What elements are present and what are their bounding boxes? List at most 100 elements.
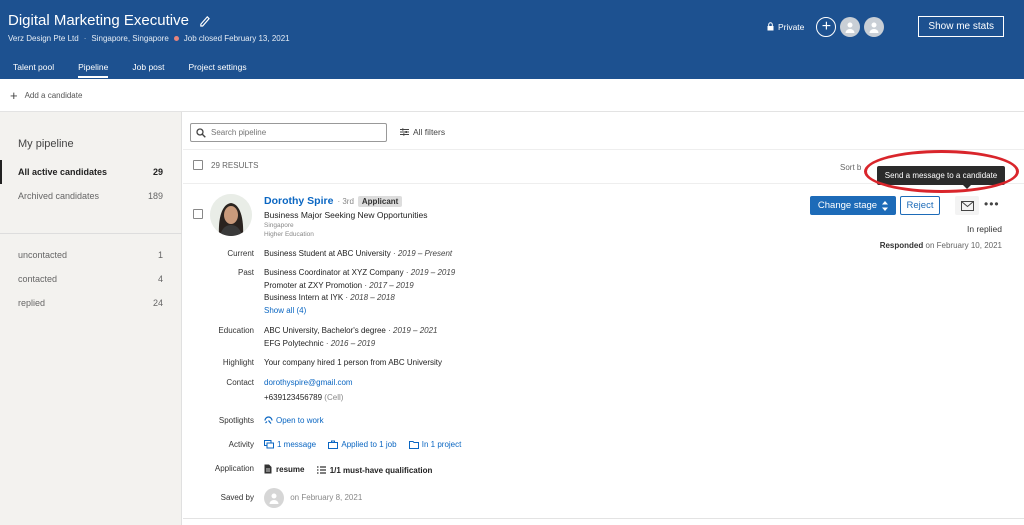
candidate-location: Singapore [264,222,294,229]
person-icon [869,22,879,33]
sidebar-item-all-active[interactable]: All active candidates 29 [0,160,182,184]
application-label: Application [214,464,254,473]
sidebar-item-label: Archived candidates [18,191,100,201]
candidate-name[interactable]: Dorothy Spire [264,195,333,207]
activity-label: Activity [228,440,254,449]
activity-applied: Applied to 1 job [341,440,397,449]
sort-by-dropdown[interactable]: Sort b [840,163,861,172]
past-position: Promoter at ZXY Promotion · 2017 – 2019 [264,281,414,290]
change-stage-label: Change stage [817,200,878,211]
education-entry: ABC University, Bachelor's degree · 2019… [264,326,437,335]
add-collaborator-button[interactable]: + [816,16,837,37]
sidebar-item-contacted[interactable]: contacted 4 [0,267,182,291]
applied-link[interactable]: Applied to 1 job [328,440,397,449]
job-title-row: Digital Marketing Executive [8,12,210,29]
search-icon [196,127,206,138]
pipeline-stage-status: In replied [967,224,1002,234]
show-all-positions-link[interactable]: Show all (4) [264,306,306,315]
connection-degree: · 3rd [337,196,354,206]
profile-photo-image [210,194,252,236]
activity-projects: In 1 project [421,440,462,449]
position-title: Business Coordinator at XYZ Company [264,268,404,277]
applicant-badge: Applicant [357,195,403,207]
candidate-phone: +639123456789 (Cell) [264,393,343,402]
saved-by-label: Saved by [220,493,254,502]
separator-dot: · [83,34,87,43]
reject-button[interactable]: Reject [900,196,940,215]
tab-pipeline[interactable]: Pipeline [78,62,109,78]
results-header: 29 RESULTS [193,160,258,170]
sidebar-item-uncontacted[interactable]: uncontacted 1 [0,243,182,267]
position-title: Business Intern at IYK [264,293,344,302]
edit-pencil-icon[interactable] [199,14,210,27]
envelope-icon [960,200,974,211]
sidebar-item-count: 24 [152,298,163,308]
person-icon [845,22,855,33]
current-label: Current [227,249,254,258]
folder-icon [408,441,419,449]
activity-entries: 1 message Applied to 1 job In 1 project [264,440,471,451]
closed-status-dot [173,36,179,41]
messages-link[interactable]: 1 message [264,440,316,449]
responded-info: Responded on February 10, 2021 [880,241,1002,250]
candidate-checkbox[interactable] [193,209,203,219]
spotlight-label: Open to work [276,416,324,425]
filters-label: All filters [413,127,446,137]
job-location: Singapore, Singapore [91,34,169,43]
filter-sliders-icon [400,128,409,136]
position-title: Business Student at ABC University [264,249,391,258]
past-position: Business Intern at IYK · 2018 – 2018 [264,293,395,302]
sidebar-item-label: All active candidates [18,167,108,177]
saver-avatar[interactable] [264,488,284,508]
sidebar-item-label: contacted [18,274,58,284]
job-status: Job closed February 13, 2021 [183,34,290,43]
collaborator-avatar[interactable] [864,16,885,37]
highlight-annotation-ring [864,150,1019,193]
candidate-education-level: Higher Education [264,231,314,238]
more-options-icon[interactable]: ••• [984,198,1000,210]
privacy-label: Private [777,21,805,32]
sort-arrows-icon [882,200,889,211]
sidebar-item-count: 1 [157,250,163,260]
divider [183,518,1024,519]
candidate-email-link[interactable]: dorothyspire@gmail.com [264,378,353,387]
qualification-link[interactable]: 1/1 must-have qualification [316,466,432,475]
add-candidate-bar[interactable]: + Add a candidate [0,79,1024,112]
position-title: Promoter at ZXY Promotion [264,281,363,290]
sidebar-item-count: 189 [147,191,163,201]
phone-type: (Cell) [324,393,344,402]
tab-job-post[interactable]: Job post [132,62,164,78]
tab-project-settings[interactable]: Project settings [189,62,247,78]
show-stats-button[interactable]: Show me stats [918,16,1004,37]
activity-messages: 1 message [277,440,317,449]
contact-label: Contact [226,378,254,387]
lock-icon [767,22,774,31]
projects-link[interactable]: In 1 project [408,440,462,449]
resume-link[interactable]: resume [264,464,304,474]
highlight-text: Your company hired 1 person from ABC Uni… [264,358,443,367]
open-to-work-icon [264,416,273,424]
sidebar-item-replied[interactable]: replied 24 [0,291,182,315]
document-icon [264,464,272,474]
resume-label: resume [276,464,305,474]
select-all-checkbox[interactable] [193,160,203,170]
candidate-photo[interactable] [210,194,252,236]
change-stage-button[interactable]: Change stage [810,196,896,215]
sidebar-item-label: uncontacted [18,250,68,260]
tab-talent-pool[interactable]: Talent pool [13,62,54,78]
responded-label: Responded [879,241,924,250]
job-header: Digital Marketing Executive Verz Design … [0,0,1024,79]
saved-date: on February 8, 2021 [290,493,363,503]
search-input[interactable] [211,128,371,137]
school-title: EFG Polytechnic [264,339,324,348]
collaborator-avatar[interactable] [840,16,861,37]
send-message-button[interactable] [955,196,979,215]
open-to-work-link[interactable]: Open to work [264,416,324,425]
all-filters-button[interactable]: All filters [400,127,445,137]
sidebar-item-label: replied [18,298,46,308]
privacy-toggle[interactable]: Private [767,22,804,32]
sidebar-item-count: 4 [157,274,163,284]
search-box [190,123,387,142]
sidebar-item-archived[interactable]: Archived candidates 189 [0,184,182,208]
past-position: Business Coordinator at XYZ Company · 20… [264,268,455,277]
